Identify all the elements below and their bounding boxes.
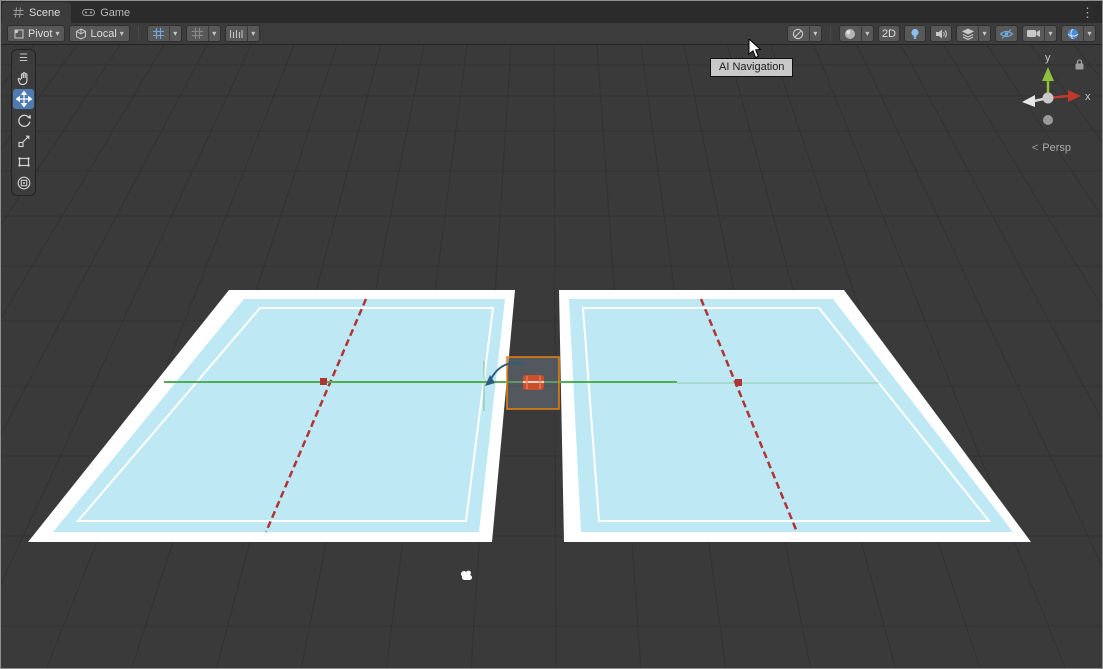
tab-game-label: Game: [100, 7, 130, 19]
tab-options-menu-icon[interactable]: ⋮: [1073, 3, 1102, 23]
increment-snap-caret-icon[interactable]: ▾: [208, 25, 221, 42]
rect-tool[interactable]: [13, 152, 34, 172]
tab-scene[interactable]: Scene: [2, 2, 71, 23]
toolbar-separator: [830, 26, 831, 41]
hand-icon: [16, 70, 32, 86]
increment-snap-toggle[interactable]: ▾: [186, 25, 221, 42]
tools-overlay-menu-icon[interactable]: ☰: [19, 53, 28, 65]
court-left[interactable]: [28, 290, 515, 542]
local-label: Local: [90, 28, 116, 40]
court-right[interactable]: [559, 290, 1031, 542]
scene-viewport[interactable]: ☰: [1, 45, 1103, 669]
projection-label[interactable]: < Persp: [1032, 142, 1071, 154]
circle-slash-icon: [791, 27, 805, 41]
grid-snap-icon: [152, 27, 165, 40]
tooltip-ai-navigation: AI Navigation: [710, 58, 793, 77]
snap-settings-caret-icon[interactable]: ▾: [247, 25, 260, 42]
pivot-caret-icon: ▾: [55, 29, 59, 38]
axis-y-cone: [1042, 67, 1054, 81]
axis-neg-y-ball: [1043, 115, 1053, 125]
scene-grid-icon: [13, 7, 24, 18]
local-cube-icon: [75, 28, 87, 40]
transform-tool[interactable]: [13, 173, 34, 193]
speaker-icon: [934, 27, 948, 41]
projection-arrow-icon: <: [1032, 142, 1038, 154]
gizmo-sphere-icon: [1066, 27, 1080, 41]
lock-icon[interactable]: [1073, 58, 1086, 71]
effects-caret-icon[interactable]: ▾: [978, 25, 991, 42]
scene-toolbar: Pivot ▾ Local ▾: [1, 23, 1102, 45]
rotate-tool[interactable]: [13, 110, 34, 130]
shading-mode-caret-icon[interactable]: ▾: [861, 25, 874, 42]
tab-scene-label: Scene: [29, 7, 60, 19]
projection-text: Persp: [1042, 142, 1071, 154]
move-icon: [16, 91, 32, 107]
axis-x-cone: [1068, 90, 1081, 102]
tab-game[interactable]: Game: [71, 2, 141, 23]
pivot-toggle[interactable]: Pivot ▾: [7, 25, 65, 42]
pivot-label: Pivot: [28, 28, 52, 40]
pivot-icon: [13, 28, 25, 40]
scene-lighting-toggle[interactable]: [904, 25, 926, 42]
scene-visibility-toggle[interactable]: [995, 25, 1018, 42]
gizmo-center-ball: [1043, 93, 1054, 104]
transform-icon: [16, 175, 32, 191]
snap-settings[interactable]: ▾: [225, 25, 260, 42]
axis-x-label: x: [1085, 91, 1091, 103]
effects-layers-icon: [961, 27, 975, 41]
gizmos-dropdown[interactable]: ▾: [1061, 25, 1096, 42]
crossed-eye-icon: [999, 27, 1014, 41]
rect-tool-icon: [16, 154, 32, 170]
scene-marker-icon: [457, 568, 477, 584]
snap-ruler-icon: [229, 28, 243, 40]
effects-dropdown[interactable]: ▾: [956, 25, 991, 42]
view-hand-tool[interactable]: [13, 68, 34, 88]
scale-tool[interactable]: [13, 131, 34, 151]
unity-editor-window: Scene Game ⋮ Pivot ▾: [0, 0, 1103, 669]
view-tabbar: Scene Game ⋮: [1, 1, 1102, 23]
net-anchor-right: [735, 379, 742, 386]
axis-y-label: y: [1045, 52, 1051, 64]
net-anchor-left: [320, 378, 327, 385]
camera-caret-icon[interactable]: ▾: [1044, 25, 1057, 42]
view-options-toggle[interactable]: ▾: [787, 25, 822, 42]
increment-snap-icon: [191, 27, 204, 40]
camera-settings-dropdown[interactable]: ▾: [1022, 25, 1057, 42]
mouse-cursor: [748, 39, 762, 59]
scene-audio-toggle[interactable]: [930, 25, 952, 42]
camera-icon: [1026, 27, 1041, 40]
lightbulb-icon: [908, 27, 922, 41]
rotate-icon: [16, 112, 32, 128]
gizmos-caret-icon[interactable]: ▾: [1083, 25, 1096, 42]
tools-overlay: ☰: [11, 49, 36, 196]
2d-mode-toggle[interactable]: 2D: [878, 25, 900, 42]
selected-object-gizmo-icon: [523, 375, 544, 390]
local-caret-icon: ▾: [120, 29, 124, 38]
toolbar-separator: [138, 26, 139, 41]
2d-label: 2D: [882, 28, 896, 40]
scene-render[interactable]: [1, 45, 1103, 669]
view-options-caret-icon[interactable]: ▾: [809, 25, 822, 42]
grid-snap-toggle[interactable]: ▾: [147, 25, 182, 42]
axis-neg-x-cone: [1022, 95, 1035, 107]
shading-mode-dropdown[interactable]: ▾: [839, 25, 874, 42]
game-controller-icon: [82, 7, 95, 18]
handle-rotation-toggle[interactable]: Local ▾: [69, 25, 129, 42]
shaded-sphere-icon: [843, 27, 857, 41]
grid-snap-caret-icon[interactable]: ▾: [169, 25, 182, 42]
scale-icon: [16, 133, 32, 149]
move-tool[interactable]: [13, 89, 34, 109]
